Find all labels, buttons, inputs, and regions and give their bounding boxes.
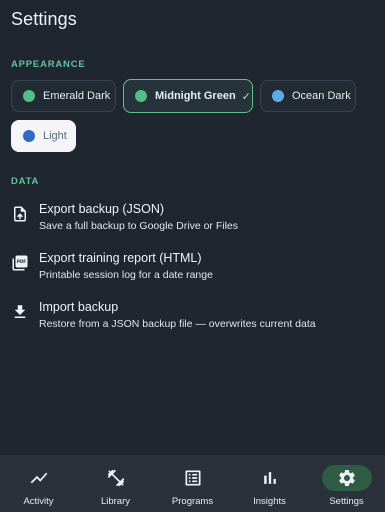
nav-label-programs: Programs (171, 496, 214, 507)
settings-gear-icon (338, 470, 355, 486)
theme-chip-label: Emerald Dark (43, 90, 111, 102)
nav-item-library[interactable]: Library (77, 455, 154, 512)
activity-icon (30, 472, 47, 484)
svg-text:PDF: PDF (17, 259, 26, 264)
nav-label-settings: Settings (329, 496, 364, 507)
export-report-item[interactable]: PDF Export training report (HTML) Printa… (11, 250, 375, 283)
data-section-label: DATA (11, 176, 40, 187)
theme-chip-label: Midnight Green (155, 90, 236, 102)
page-title: Settings (11, 9, 77, 29)
export-report-subtitle: Printable session log for a date range (39, 269, 213, 281)
export-backup-title: Export backup (JSON) (39, 202, 165, 216)
nav-item-programs[interactable]: Programs (154, 455, 231, 512)
theme-chip-label: Light (43, 130, 67, 142)
nav-label-library: Library (100, 496, 131, 507)
export-backup-subtitle: Save a full backup to Google Drive or Fi… (39, 220, 239, 232)
midnight-green-dot-icon (135, 90, 147, 102)
export-backup-item[interactable]: Export backup (JSON) Save a full backup … (11, 201, 375, 234)
theme-chip-label: Ocean Dark (292, 90, 351, 102)
nav-label-activity: Activity (23, 496, 54, 507)
library-icon (107, 469, 124, 487)
nav-label-insights: Insights (253, 496, 286, 507)
check-icon: ✓ (241, 90, 251, 103)
theme-chip-emerald-dark[interactable]: Emerald Dark (11, 80, 116, 112)
nav-item-settings[interactable]: Settings (308, 455, 385, 512)
nav-item-activity[interactable]: Activity (0, 455, 77, 512)
download-icon (14, 305, 26, 318)
appearance-section-label: APPEARANCE (11, 59, 86, 70)
ocean-dot-icon (272, 90, 284, 102)
insights-icon (263, 472, 276, 484)
import-backup-title: Import backup (39, 300, 119, 314)
programs-icon (185, 470, 200, 486)
import-backup-subtitle: Restore from a JSON backup file — overwr… (39, 318, 316, 330)
nav-item-insights[interactable]: Insights (231, 455, 308, 512)
light-dot-icon (23, 130, 35, 142)
upload-file-icon (14, 206, 26, 222)
pdf-icon: PDF (12, 255, 28, 271)
theme-chip-ocean-dark[interactable]: Ocean Dark (260, 80, 356, 112)
export-report-title: Export training report (HTML) (39, 251, 202, 265)
import-backup-item[interactable]: Import backup Restore from a JSON backup… (11, 299, 375, 332)
bottom-navigation: Activity Library Programs Insights Setti… (0, 455, 385, 512)
theme-chip-midnight-green[interactable]: Midnight Green ✓ (123, 79, 253, 113)
emerald-dot-icon (23, 90, 35, 102)
theme-chip-light[interactable]: Light (11, 120, 76, 152)
